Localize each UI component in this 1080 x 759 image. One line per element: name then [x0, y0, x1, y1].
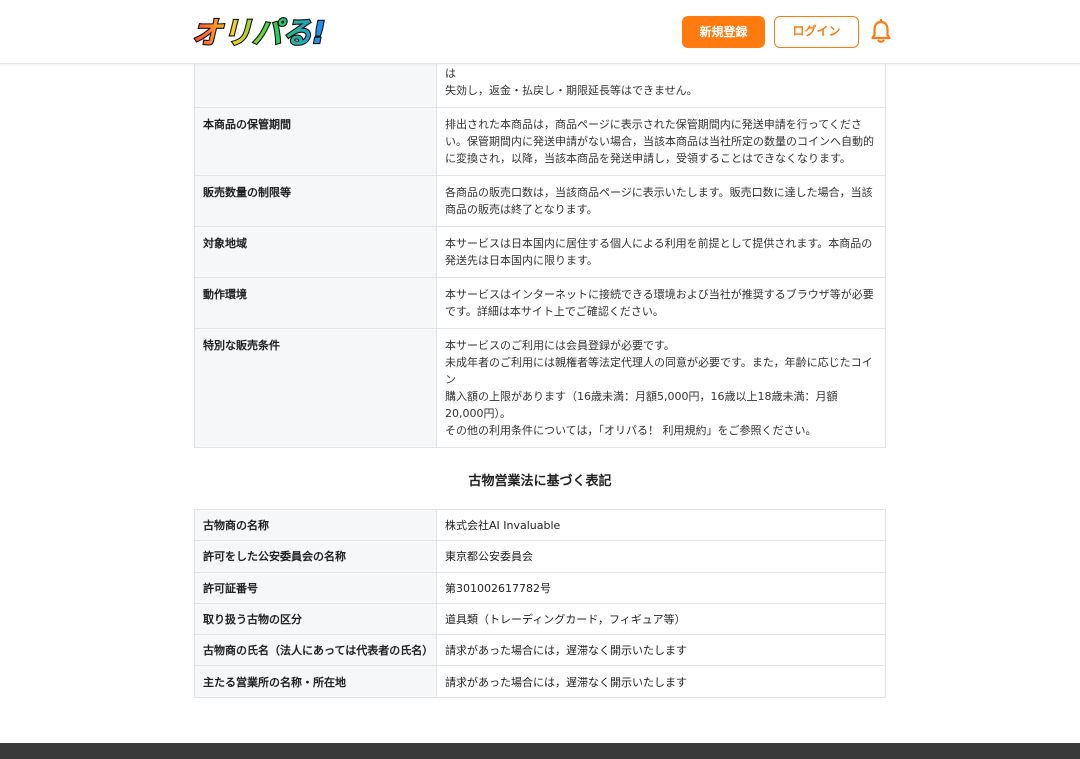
row-label: 取り扱う古物の区分	[194, 602, 437, 636]
row-label: 古物商の名称	[194, 508, 437, 542]
row-label: 主たる営業所の名称・所在地	[194, 665, 437, 698]
table-row: 主たる営業所の名称・所在地 請求があった場合には，遅滞なく開示いたします	[194, 665, 886, 698]
row-value: 請求があった場合には，遅滞なく開示いたします	[436, 665, 886, 698]
login-button[interactable]: ログイン	[774, 16, 859, 48]
row-label: 対象地域	[194, 226, 437, 278]
row-label: 動作環境	[194, 277, 437, 329]
row-value-line: です。詳細は本サイト上でご確認ください。	[445, 305, 664, 318]
row-value-line: 失効し，返金・払戻し・期限延長等はできません。	[445, 84, 698, 97]
row-value-line: その他の利用条件については，「オリパる！ 利用規約」をご参照ください。	[445, 424, 817, 437]
table-row: 対象地域 本サービスは日本国内に居住する個人による利用を前提として提供されます。本…	[194, 226, 886, 278]
table-row: 本商品の保管期間 排出された本商品は，商品ページに表示された保管期間内に発送申請を…	[194, 107, 886, 176]
site-header: オリパる! 新規登録 ログイン	[0, 0, 1080, 64]
row-value-line: 未成年者のご利用には親権者等法定代理人の同意が必要です。また，年齢に応じたコイン	[445, 356, 873, 386]
row-value-line: 各商品の販売口数は，当該商品ページに表示いたします。販売口数に達した場合，当該	[445, 186, 873, 199]
row-label: 許可証番号	[194, 571, 437, 604]
row-value: 道具類（トレーディングカード，フィギュア等）	[436, 602, 886, 636]
row-value: 排出された本商品は，商品ページに表示された保管期間内に発送申請を行ってくださ い。…	[436, 107, 886, 176]
table-row: 取り扱う古物の区分 道具類（トレーディングカード，フィギュア等）	[194, 602, 886, 636]
row-value-line: 購入額の上限があります（16歳未満：月額5,000円，16歳以上18歳未満：月額	[445, 390, 838, 403]
row-value: 本サービスのご利用には会員登録が必要です。未成年者のご利用には親権者等法定代理人…	[436, 328, 886, 448]
table-row: 許可証番号 第301002617782号	[194, 571, 886, 604]
row-value: 第301002617782号	[436, 571, 886, 604]
kobutsu-table: 古物商の名称 株式会社AI Invaluable 許可をした公安委員会の名称 東京都公…	[194, 508, 886, 698]
row-value-line: 20,000円）。	[445, 407, 511, 420]
row-value-line: い。保管期間内に発送申請がない場合，当該本商品は当社所定の数量のコインへ自動的	[445, 135, 874, 148]
row-label: 許可をした公安委員会の名称	[194, 540, 437, 573]
register-button[interactable]: 新規登録	[682, 16, 765, 48]
row-value-line: 排出された本商品は，商品ページに表示された保管期間内に発送申請を行ってくださ	[445, 118, 862, 131]
table-row: 古物商の氏名（法人にあっては代表者の氏名） 請求があった場合には，遅滞なく開示いた…	[194, 634, 886, 667]
row-label: 特別な販売条件	[194, 328, 437, 448]
bell-icon[interactable]	[869, 18, 893, 45]
table-row: 販売数量の制限等 各商品の販売口数は，当該商品ページに表示いたします。販売口数に達…	[194, 175, 886, 227]
row-value: 東京都公安委員会	[436, 540, 886, 573]
footer	[0, 743, 1080, 759]
row-label: 古物商の氏名（法人にあっては代表者の氏名）	[194, 634, 437, 667]
row-value: 各商品の販売口数は，当該商品ページに表示いたします。販売口数に達した場合，当該商…	[436, 175, 886, 227]
table-row: 動作環境 本サービスはインターネットに接続できる環境および当社が推奨するブラウザ等…	[194, 277, 886, 329]
row-value-line: 発送先は日本国内に限ります。	[445, 254, 598, 267]
kobutsu-section-title: 古物営業法に基づく表記	[468, 474, 612, 489]
row-value: 株式会社AI Invaluable	[436, 508, 886, 542]
row-value-line: 本サービスのご利用には会員登録が必要です。	[445, 339, 675, 352]
table-row: 許可をした公安委員会の名称 東京都公安委員会	[194, 540, 886, 573]
svg-text:オリパる!: オリパる!	[192, 16, 326, 51]
row-value-line: 商品の販売は終了となります。	[445, 203, 598, 216]
terms-section: す。上記の場合を除き，お客様のご都合による返品・交換はお受けできません。コインの…	[194, 5, 886, 448]
row-value: 請求があった場合には，遅滞なく開示いたします	[436, 634, 886, 667]
site-logo[interactable]: オリパる!	[190, 12, 342, 52]
row-value: 本サービスは日本国内に居住する個人による利用を前提として提供されます。本商品の発…	[436, 226, 886, 278]
row-value-line: に変換され，以降，当該本商品を発送申請し，受領することはできなくなります。	[445, 152, 851, 165]
logo-graphic: オリパる!	[191, 15, 327, 52]
table-row: 特別な販売条件 本サービスのご利用には会員登録が必要です。未成年者のご利用には親権…	[194, 328, 886, 448]
row-label: 販売数量の制限等	[194, 175, 437, 227]
row-value-line: 本サービスは日本国内に居住する個人による利用を前提として提供されます。本商品の	[445, 237, 873, 250]
row-label: 本商品の保管期間	[194, 107, 437, 176]
table-row: 古物商の名称 株式会社AI Invaluable	[194, 508, 886, 542]
row-value: 本サービスはインターネットに接続できる環境および当社が推奨するブラウザ等が必要で…	[436, 277, 886, 329]
terms-table: す。上記の場合を除き，お客様のご都合による返品・交換はお受けできません。コインの…	[194, 5, 886, 448]
row-value-line: 本サービスはインターネットに接続できる環境および当社が推奨するブラウザ等が必要	[445, 288, 874, 301]
